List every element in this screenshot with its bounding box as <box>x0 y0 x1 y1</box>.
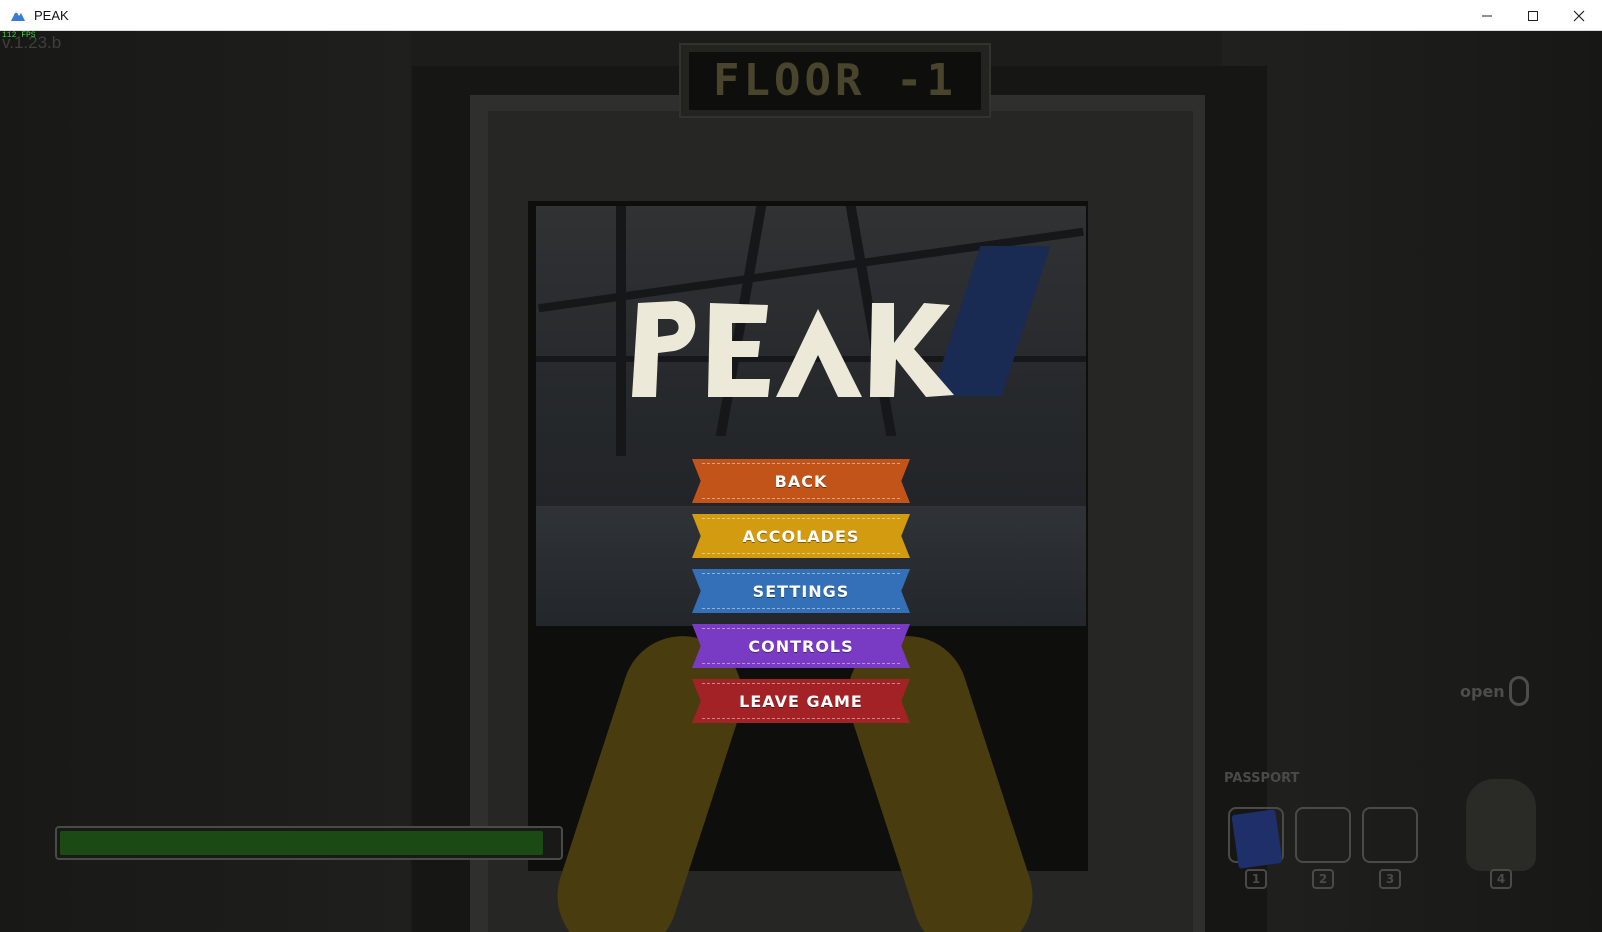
scene-right-wall <box>1222 31 1602 932</box>
passport-icon <box>1231 809 1283 869</box>
peak-logo-mark <box>632 301 954 397</box>
pause-menu: BACK ACCOLADES SETTINGS CONTROLS LEAVE G… <box>692 459 910 734</box>
slot-number-1: 1 <box>1245 869 1267 889</box>
ceiling-beam <box>616 206 626 456</box>
mouse-icon <box>1508 676 1529 706</box>
back-button-label: BACK <box>774 471 828 491</box>
accolades-button[interactable]: ACCOLADES <box>692 514 910 558</box>
slot-number-3: 3 <box>1379 869 1401 889</box>
maximize-icon <box>1528 10 1538 21</box>
window-title: PEAK <box>34 7 69 23</box>
stamina-fill <box>60 831 544 855</box>
minimize-icon <box>1482 15 1492 16</box>
game-viewport[interactable]: FLOOR -1 v.1.23.b 112 FPS BACK ACCOLADES… <box>0 31 1602 932</box>
maximize-button[interactable] <box>1510 0 1556 31</box>
scene-left-wall <box>0 31 410 932</box>
leave-game-button[interactable]: LEAVE GAME <box>692 679 910 723</box>
controls-button[interactable]: CONTROLS <box>692 624 910 668</box>
minimize-button[interactable] <box>1464 0 1510 31</box>
slot-number-2: 2 <box>1312 869 1334 889</box>
backpack-slot-icon[interactable] <box>1466 779 1536 871</box>
fps-counter: 112 FPS <box>2 31 36 40</box>
floor-sign: FLOOR -1 <box>679 43 991 118</box>
slot-number-4: 4 <box>1490 869 1512 889</box>
stamina-bar <box>55 826 563 860</box>
window-controls <box>1464 0 1602 31</box>
passport-label: PASSPORT <box>1224 771 1300 786</box>
window-titlebar: PEAK <box>0 0 1602 31</box>
close-icon <box>1573 10 1585 21</box>
inventory-slot-2[interactable] <box>1295 807 1351 863</box>
accolades-button-label: ACCOLADES <box>742 526 860 546</box>
settings-button-label: SETTINGS <box>752 581 850 601</box>
inventory-slot-1[interactable] <box>1228 807 1284 869</box>
peak-mountain-icon <box>10 7 26 23</box>
leave-game-button-label: LEAVE GAME <box>739 691 863 711</box>
back-button[interactable]: BACK <box>692 459 910 503</box>
floor-display: FLOOR -1 <box>689 51 981 110</box>
inventory-slot-3[interactable] <box>1362 807 1418 863</box>
settings-button[interactable]: SETTINGS <box>692 569 910 613</box>
controls-button-label: CONTROLS <box>748 636 854 656</box>
peak-logo <box>628 293 958 403</box>
open-hint-label: open <box>1460 681 1505 701</box>
close-button[interactable] <box>1556 0 1602 31</box>
open-hint: open <box>1460 676 1529 706</box>
